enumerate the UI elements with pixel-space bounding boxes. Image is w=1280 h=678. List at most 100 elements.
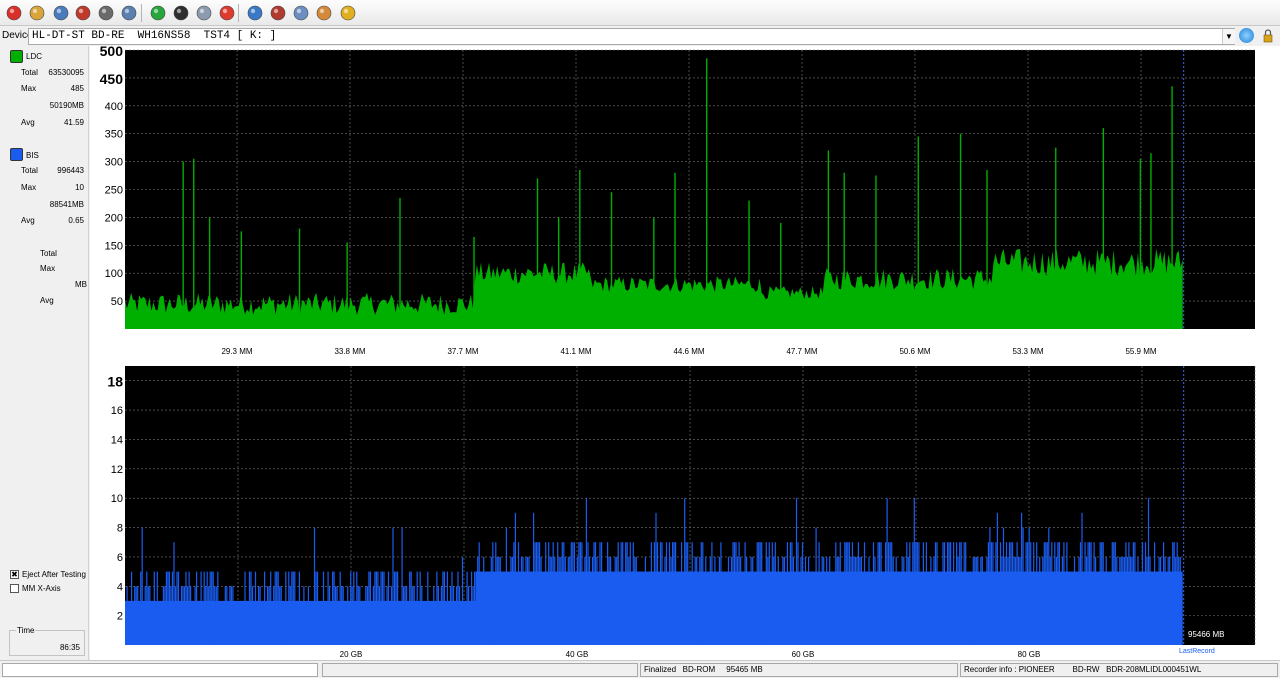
- bis-bar: [673, 542, 675, 645]
- last-record-label: LastRecord: [1179, 648, 1215, 655]
- bis-bar: [842, 571, 844, 645]
- ldc-x-tick-label: 47.7 MM: [786, 347, 817, 356]
- bis-bar: [628, 556, 630, 645]
- info-bars-icon[interactable]: [338, 3, 358, 23]
- bis-bar: [531, 571, 533, 645]
- bis-bar: [336, 586, 338, 645]
- bis-bar: [1135, 586, 1137, 645]
- bis-bar: [1028, 527, 1030, 645]
- settings-wheel-icon[interactable]: [194, 3, 214, 23]
- bis-bar: [980, 556, 982, 645]
- bis-bar: [469, 600, 471, 645]
- bis-bar: [817, 586, 819, 645]
- bis-bar: [1152, 586, 1154, 645]
- bis-bar: [196, 571, 198, 645]
- bis-bar: [730, 556, 733, 645]
- bis-bar: [824, 571, 826, 645]
- bis-bar: [1154, 542, 1156, 645]
- bis-bar: [1143, 571, 1145, 645]
- disc-tray-icon[interactable]: [96, 3, 116, 23]
- bis-bar: [578, 542, 580, 645]
- ldc-swatch[interactable]: [10, 50, 23, 63]
- chevron-down-icon[interactable]: ▼: [1222, 29, 1235, 44]
- erase-disc-icon[interactable]: [73, 3, 93, 23]
- bis-bar: [1160, 556, 1162, 645]
- bis-bar: [1024, 571, 1026, 645]
- bis-bar: [1037, 586, 1039, 645]
- bis-bar: [223, 600, 225, 645]
- hat-icon[interactable]: [268, 3, 288, 23]
- bis-bar: [131, 571, 133, 645]
- wand-icon[interactable]: [27, 3, 47, 23]
- power-icon[interactable]: [4, 3, 24, 23]
- bis-bar: [410, 571, 412, 645]
- ldc-y-tick-label: 50: [111, 296, 123, 308]
- bis-bar: [699, 556, 701, 645]
- bis-bar: [407, 600, 409, 645]
- bis-bar: [755, 586, 757, 645]
- device-select[interactable]: HL-DT-ST BD-RE WH16NS58 TST4 [ K: ]: [28, 28, 1235, 45]
- eject-after-testing-checkbox[interactable]: ✖: [10, 570, 19, 579]
- refresh-icon[interactable]: [1239, 28, 1254, 43]
- bis-bar: [597, 571, 600, 645]
- bis-bar: [350, 571, 352, 645]
- bis-bar: [795, 498, 798, 645]
- bis-bar: [170, 586, 172, 645]
- bis-bar: [171, 571, 173, 645]
- bis-bar: [665, 542, 668, 645]
- stop-icon[interactable]: [217, 3, 237, 23]
- mm-x-axis-checkbox[interactable]: [10, 584, 19, 593]
- bis-bar: [800, 556, 802, 645]
- bis-bar: [316, 571, 319, 645]
- bis-bar: [392, 527, 394, 645]
- bis-bar: [422, 615, 424, 645]
- bis-bar: [957, 556, 959, 645]
- ldc-y-tick-label: 300: [105, 157, 123, 169]
- bis-bar: [395, 571, 397, 645]
- bis-bar: [918, 542, 920, 645]
- bis-bar: [691, 542, 693, 645]
- bis-bar: [513, 542, 515, 645]
- bis-bar: [894, 571, 896, 645]
- bis-bar: [806, 571, 808, 645]
- bis-bar: [644, 556, 646, 645]
- scan-disc-icon[interactable]: [171, 3, 191, 23]
- time-value: 86:35: [59, 643, 80, 652]
- bis-bar: [943, 542, 946, 645]
- bis-bar: [567, 556, 569, 645]
- bis-bar: [1055, 556, 1057, 645]
- bis-bar: [820, 571, 822, 645]
- bis-bar: [454, 600, 456, 645]
- bis-bar: [960, 542, 962, 645]
- bis-bar: [1110, 571, 1112, 645]
- bis-bar: [740, 556, 742, 645]
- bis-bar: [761, 542, 763, 645]
- bis-bar: [523, 571, 526, 645]
- bis-bar: [770, 571, 772, 645]
- burn-icon[interactable]: [245, 3, 265, 23]
- refresh-green-icon[interactable]: [148, 3, 168, 23]
- bis-bar: [1134, 542, 1136, 645]
- bis-bar: [575, 571, 577, 645]
- bis-bar: [925, 542, 927, 645]
- bis-bar: [823, 556, 825, 645]
- bis-bar: [593, 542, 595, 645]
- bis-bar: [1150, 571, 1153, 645]
- bis-bar: [933, 556, 935, 645]
- globe-icon[interactable]: [291, 3, 311, 23]
- bis-bar: [496, 556, 498, 645]
- drive-info-icon[interactable]: [51, 3, 71, 23]
- bis-bar: [643, 586, 645, 645]
- bis-bar: [708, 571, 710, 645]
- bis-bar: [921, 586, 923, 645]
- bis-swatch[interactable]: [10, 148, 23, 161]
- stats-panel: LDC Total 63530095 Max 485 50190MB Avg 4…: [0, 46, 89, 660]
- bis-bar: [197, 600, 199, 645]
- bis-bar: [611, 571, 613, 645]
- face-icon[interactable]: [314, 3, 334, 23]
- ldc-chart: 50 100 150 200 250 300 350 400 450 500 29.3 MM 33.…: [100, 43, 1255, 356]
- bis-bar: [1146, 556, 1148, 645]
- copy-icon[interactable]: [119, 3, 139, 23]
- lock-icon[interactable]: [1261, 28, 1275, 43]
- bis-bar: [362, 600, 364, 645]
